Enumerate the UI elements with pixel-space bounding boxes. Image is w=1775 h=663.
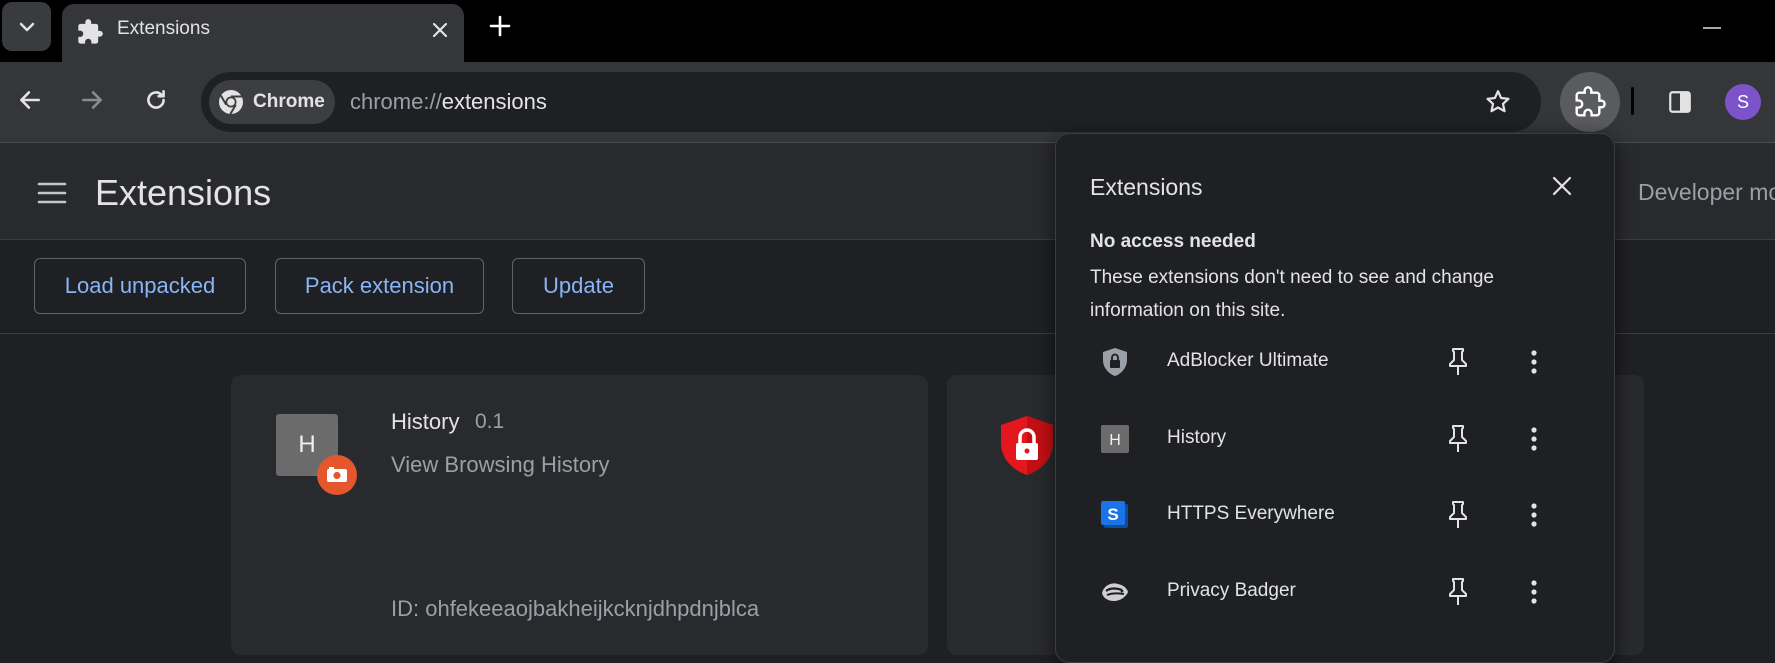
popup-extension-name: Privacy Badger xyxy=(1167,580,1296,601)
arrow-right-icon xyxy=(82,91,102,109)
more-vertical-icon xyxy=(1531,503,1537,527)
extension-version: 0.1 xyxy=(475,410,505,433)
tab-search-button[interactable] xyxy=(2,2,51,51)
new-tab-button[interactable] xyxy=(482,8,518,44)
section-description: These extensions don't need to see and c… xyxy=(1090,267,1494,321)
minimize-icon xyxy=(1703,27,1721,29)
pin-icon xyxy=(1449,425,1467,452)
pin-button[interactable] xyxy=(1440,421,1476,457)
toolbar-divider xyxy=(1631,87,1634,115)
badger-icon xyxy=(1100,577,1130,607)
popup-extension-name: History xyxy=(1167,427,1227,448)
extension-name: History xyxy=(391,409,460,434)
extensions-menu-popup: Extensions No access needed These extens… xyxy=(1055,133,1615,663)
pin-button[interactable] xyxy=(1440,574,1476,610)
popup-extension-item[interactable]: AdBlocker Ultimate xyxy=(1076,331,1596,393)
side-panel-button[interactable] xyxy=(1658,80,1702,124)
more-vertical-icon xyxy=(1531,427,1537,451)
star-icon xyxy=(1486,90,1510,113)
more-vertical-icon xyxy=(1531,580,1537,604)
tab-strip: Extensions xyxy=(0,0,1775,62)
history-h-icon: H xyxy=(1100,424,1130,454)
close-icon xyxy=(432,22,448,38)
svg-text:S: S xyxy=(1107,505,1118,524)
chrome-logo-icon xyxy=(219,90,243,115)
tab-close-button[interactable] xyxy=(424,14,456,46)
reload-button[interactable] xyxy=(134,78,178,122)
popup-extension-item[interactable]: S HTTPS Everywhere xyxy=(1076,484,1596,546)
popup-extension-item[interactable]: H History xyxy=(1076,408,1596,470)
profile-avatar[interactable]: S xyxy=(1725,84,1761,120)
close-icon xyxy=(1552,176,1572,196)
chevron-down-icon xyxy=(19,22,34,31)
hamburger-menu-icon xyxy=(37,182,67,204)
reload-icon xyxy=(147,90,165,109)
section-title: No access needed xyxy=(1090,231,1256,252)
extension-description: View Browsing History xyxy=(391,452,610,477)
more-options-button[interactable] xyxy=(1516,344,1552,380)
forward-button[interactable] xyxy=(70,78,114,122)
popup-extension-name: HTTPS Everywhere xyxy=(1167,503,1335,524)
pin-icon xyxy=(1449,348,1467,375)
site-chip-label: Chrome xyxy=(253,91,325,112)
developer-mode-label[interactable]: Developer mo xyxy=(1638,179,1775,206)
popup-title: Extensions xyxy=(1090,174,1203,200)
pin-icon xyxy=(1449,578,1467,605)
active-tab[interactable]: Extensions xyxy=(62,4,464,62)
more-vertical-icon xyxy=(1531,350,1537,374)
url-scheme: chrome:// xyxy=(350,89,442,114)
back-button[interactable] xyxy=(8,78,52,122)
more-options-button[interactable] xyxy=(1516,421,1552,457)
url-text[interactable]: chrome://extensions xyxy=(350,89,547,115)
extension-id: ID: ohfekeeaojbakheijkcknjdhpdnjblca xyxy=(391,596,760,621)
bookmark-button[interactable] xyxy=(1478,82,1518,122)
load-unpacked-button[interactable]: Load unpacked xyxy=(34,258,246,314)
pin-button[interactable] xyxy=(1440,344,1476,380)
address-bar[interactable]: Chrome chrome://extensions xyxy=(201,72,1541,132)
pin-icon xyxy=(1449,501,1467,528)
popup-close-button[interactable] xyxy=(1544,168,1580,204)
pin-button[interactable] xyxy=(1440,497,1476,533)
https-everywhere-icon: S xyxy=(1100,500,1130,530)
puzzle-icon xyxy=(1575,86,1606,117)
arrow-left-icon xyxy=(20,91,40,109)
tab-title: Extensions xyxy=(117,18,210,39)
red-shield-lock-icon xyxy=(1001,416,1053,475)
shield-lock-icon xyxy=(1100,347,1130,377)
extensions-button[interactable] xyxy=(1560,72,1620,132)
popup-extension-item[interactable]: Privacy Badger xyxy=(1076,561,1596,623)
update-button[interactable]: Update xyxy=(512,258,645,314)
popup-extension-name: AdBlocker Ultimate xyxy=(1167,350,1329,371)
more-options-button[interactable] xyxy=(1516,574,1552,610)
extension-card-history: H History 0.1 View Browsing History ID: … xyxy=(231,375,928,655)
svg-text:H: H xyxy=(1109,432,1121,449)
site-info-chip[interactable]: Chrome xyxy=(209,80,335,124)
page-title: Extensions xyxy=(95,172,272,213)
toolbar: Chrome chrome://extensions S xyxy=(0,62,1775,143)
camera-badge-icon xyxy=(317,455,357,495)
pack-extension-button[interactable]: Pack extension xyxy=(275,258,484,314)
main-menu-button[interactable] xyxy=(32,173,72,213)
plus-icon xyxy=(489,15,511,37)
minimize-button[interactable] xyxy=(1690,18,1734,38)
puzzle-icon xyxy=(78,19,103,44)
side-panel-icon xyxy=(1669,91,1691,113)
more-options-button[interactable] xyxy=(1516,497,1552,533)
url-path: extensions xyxy=(441,89,547,114)
